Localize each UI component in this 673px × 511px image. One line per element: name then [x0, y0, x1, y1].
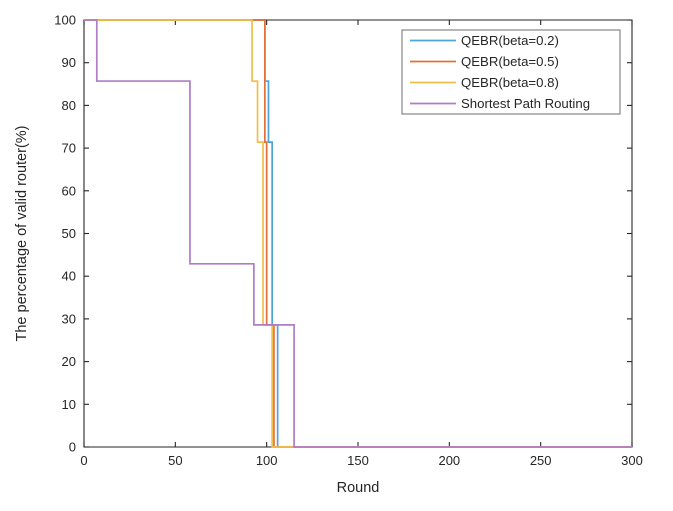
y-tick-label-0: 0	[69, 440, 76, 455]
y-tick-label-4: 40	[62, 269, 76, 284]
y-tick-label-5: 50	[62, 226, 76, 241]
chart-container: 0 50 100 150 200 250 300 0 10 20 30 40 50 60 70 80 90 100…	[0, 0, 673, 511]
y-tick-label-1: 10	[62, 397, 76, 412]
y-tick-label-10: 100	[54, 13, 76, 28]
y-tick-label-3: 30	[62, 311, 76, 326]
x-tick-label-3: 150	[347, 453, 369, 468]
x-tick-label-2: 100	[256, 453, 278, 468]
legend-label-1: QEBR(beta=0.5)	[461, 54, 559, 69]
line-chart: 0 50 100 150 200 250 300 0 10 20 30 40 50 60 70 80 90 100…	[14, 13, 643, 497]
y-tick-label-9: 90	[62, 55, 76, 70]
y-tick-label-8: 80	[62, 98, 76, 113]
legend-label-2: QEBR(beta=0.8)	[461, 75, 559, 90]
x-tick-label-1: 50	[168, 453, 182, 468]
x-tick-label-4: 200	[438, 453, 460, 468]
y-tick-label-6: 60	[62, 183, 76, 198]
x-tick-label-5: 250	[530, 453, 552, 468]
x-tick-label-0: 0	[80, 453, 87, 468]
legend-label-3: Shortest Path Routing	[461, 96, 590, 111]
x-tick-label-6: 300	[621, 453, 643, 468]
y-axis-title: The percentage of valid router(%)	[14, 126, 30, 342]
x-axis-title: Round	[337, 480, 380, 496]
legend-label-0: QEBR(beta=0.2)	[461, 33, 559, 48]
y-tick-label-2: 20	[62, 354, 76, 369]
y-tick-label-7: 70	[62, 141, 76, 156]
legend: QEBR(beta=0.2) QEBR(beta=0.5) QEBR(beta=0.…	[401, 29, 621, 115]
